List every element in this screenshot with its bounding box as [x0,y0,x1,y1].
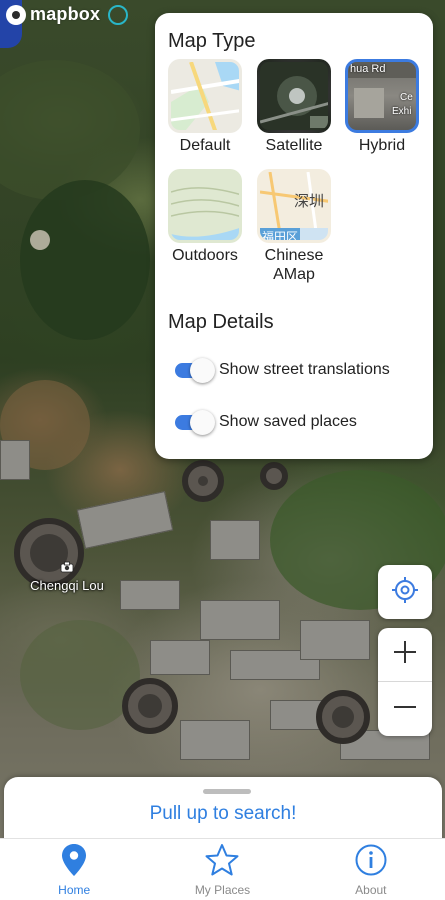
nav-label: About [355,883,387,897]
zoom-control [378,628,432,736]
hybrid-thumbnail: hua Rd Ce Exhi [345,59,419,133]
terrain-patch [0,60,140,200]
map-type-heading: Map Type [168,30,256,52]
attribution-info-icon[interactable] [108,4,129,25]
zoom-out-button[interactable] [378,682,432,736]
tulou-building [182,460,224,502]
map-type-label: Default [179,137,231,154]
map-type-outdoors[interactable]: Outdoors [162,169,248,265]
toggle-row-saved-places: Show saved places [173,410,357,435]
mapbox-logo: mapbox [6,4,129,25]
pull-up-to-search[interactable]: Pull up to search! [4,803,442,825]
map-type-label: Outdoors [172,247,238,264]
hybrid-place-label: Exhi [392,106,412,117]
plus-icon [392,639,418,670]
nav-label: Home [58,883,91,897]
bottom-navigation: Home My Places About [0,838,445,900]
saved-places-toggle[interactable] [173,410,217,435]
map-pin-icon [60,843,88,882]
map-type-chinese-amap[interactable]: 深圳 福田区 Chinese AMap [251,169,337,284]
tulou-building [260,462,288,490]
hybrid-street-label: hua Rd [350,63,386,75]
nav-home[interactable]: Home [0,839,148,900]
outdoors-thumbnail [168,169,242,243]
minus-icon [392,694,418,725]
map-type-label: Satellite [265,137,323,154]
map-type-panel: Map Type Default Satellite hua Rd Ce Exh… [155,13,433,459]
amap-thumbnail: 深圳 福田区 [257,169,331,243]
tulou-building [122,678,178,734]
field-patch [20,620,140,730]
star-icon [205,843,239,882]
sheet-drag-handle[interactable] [203,789,251,794]
building [120,580,180,610]
info-icon [354,843,388,882]
poi-marker[interactable]: Chengqi Lou [22,560,112,593]
locate-me-button[interactable] [378,565,432,619]
building [210,520,260,560]
zoom-in-button[interactable] [378,628,432,682]
field-patch [30,230,50,250]
hybrid-place-label: Ce [400,92,413,103]
building [150,640,210,675]
tulou-building [316,690,370,744]
map-type-label: Hybrid [358,137,406,154]
mapbox-wordmark: mapbox [30,4,101,24]
locate-icon [391,576,419,609]
nav-label: My Places [194,883,251,897]
map-type-default[interactable]: Default [162,59,248,155]
nav-about[interactable]: About [297,839,445,900]
building [300,620,370,660]
forest-patch [20,180,150,340]
map-details-heading: Map Details [168,311,274,333]
building [180,720,250,760]
toggle-row-street-translations: Show street translations [173,358,390,383]
mapbox-mark-icon [6,4,26,25]
poi-label: Chengqi Lou [30,578,104,593]
amap-district-label: 福田区 [260,228,301,243]
building [0,440,30,480]
nav-my-places[interactable]: My Places [148,839,296,900]
map-type-label: Chinese AMap [264,247,324,283]
default-thumbnail [168,59,242,133]
amap-city-label: 深圳 [294,193,325,210]
map-type-satellite[interactable]: Satellite [251,59,337,155]
street-translations-toggle[interactable] [173,358,217,383]
search-bottom-sheet[interactable]: Pull up to search! [4,777,442,847]
toggle-label: Show street translations [219,361,390,378]
building [76,491,174,549]
toggle-label: Show saved places [219,413,357,430]
satellite-thumbnail [257,59,331,133]
map-type-hybrid[interactable]: hua Rd Ce Exhi Hybrid [339,59,425,155]
building [200,600,280,640]
camera-icon [22,560,112,578]
